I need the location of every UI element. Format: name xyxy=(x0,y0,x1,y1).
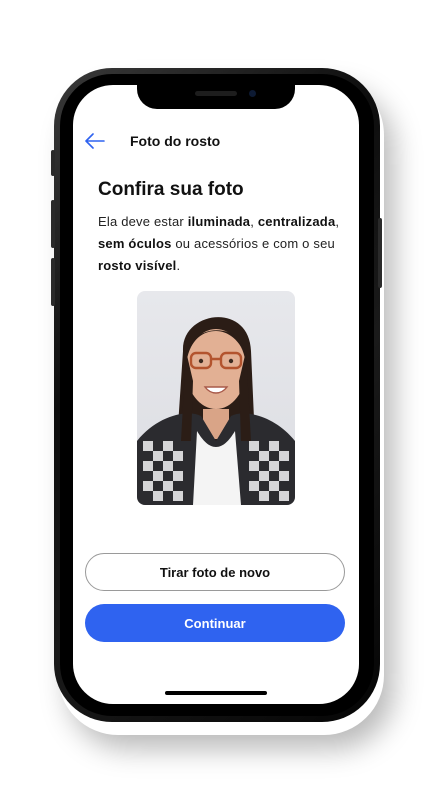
volume-down-button xyxy=(51,258,55,306)
app-header: Foto do rosto xyxy=(73,125,359,157)
phone-screen: Foto do rosto Confira sua foto Ela deve … xyxy=(73,85,359,704)
desc-bold-1: iluminada xyxy=(187,214,251,229)
face-photo-preview xyxy=(137,291,295,505)
section-heading: Confira sua foto xyxy=(98,179,244,200)
retake-photo-button[interactable]: Tirar foto de novo xyxy=(85,553,345,591)
power-button xyxy=(378,218,382,288)
mute-switch xyxy=(51,150,55,176)
notch xyxy=(137,85,295,109)
speaker-grille xyxy=(195,91,237,96)
volume-up-button xyxy=(51,200,55,248)
desc-text-5: . xyxy=(176,258,181,273)
continue-button[interactable]: Continuar xyxy=(85,604,345,642)
desc-text-2: , xyxy=(250,214,258,229)
portrait-illustration xyxy=(137,317,295,505)
desc-text-3: , xyxy=(335,214,340,229)
desc-text-1: Ela deve estar xyxy=(98,214,188,229)
desc-bold-4: rosto visível xyxy=(98,258,177,273)
instructions-text: Ela deve estar iluminada, centralizada, … xyxy=(98,211,348,277)
arrow-left-icon xyxy=(85,133,105,149)
front-camera xyxy=(249,90,256,97)
page-title: Foto do rosto xyxy=(130,133,221,149)
desc-text-4: ou acessórios e com o seu xyxy=(171,236,335,251)
desc-bold-3: sem óculos xyxy=(98,236,172,251)
desc-bold-2: centralizada xyxy=(257,214,336,229)
home-indicator xyxy=(165,691,267,695)
back-button[interactable] xyxy=(83,129,107,153)
